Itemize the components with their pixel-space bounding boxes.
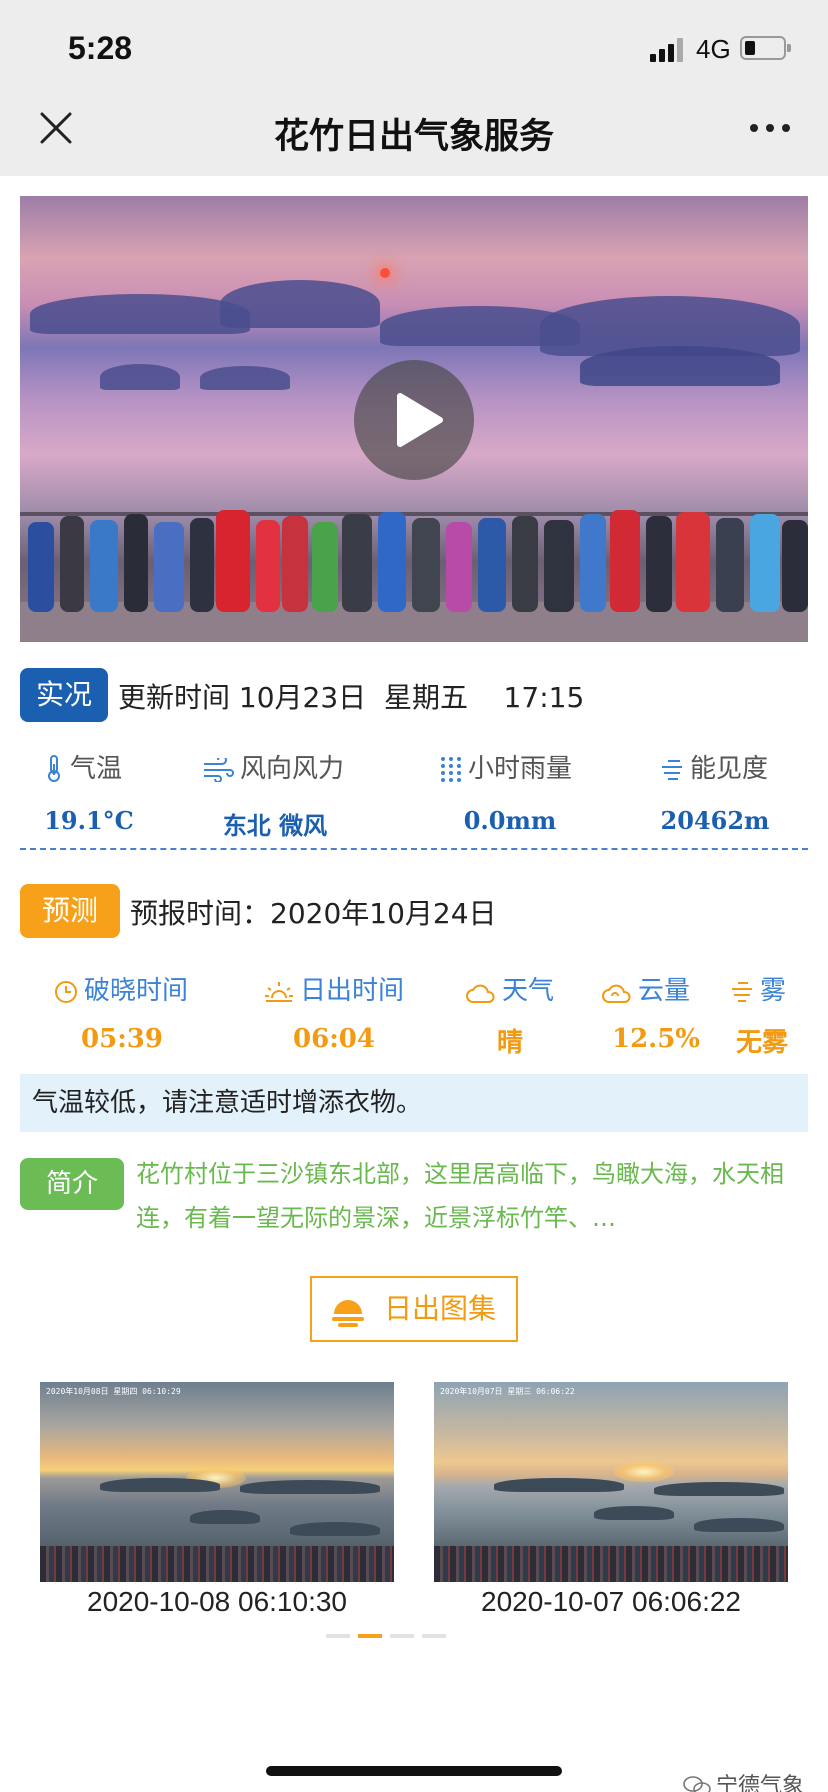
update-time: 更新时间 10月23日 星期五 17:15 [118, 681, 585, 714]
wind-icon [204, 755, 234, 783]
rain-icon [441, 757, 461, 782]
metric-temperature-value: 19.1°C [44, 806, 134, 835]
pager-dot[interactable] [390, 1634, 414, 1638]
crowd-silhouette [20, 510, 808, 642]
metric-visibility-label: 能见度 [660, 748, 768, 785]
live-tag: 实况 [20, 668, 108, 722]
crowd-silhouette [434, 1546, 788, 1582]
forecast-weather-value: 晴 [496, 1028, 523, 1058]
forecast-cloud-label: 云量 [602, 970, 690, 1007]
photo-timestamp: 2020年10月07日 星期三 06:06:22 [440, 1387, 575, 1396]
photo-timestamp: 2020年10月08日 星期四 06:10:29 [46, 1387, 181, 1396]
sunrise-icon [265, 982, 293, 1002]
play-icon [397, 393, 443, 447]
status-time: 5:28 [68, 30, 133, 66]
forecast-tag: 预测 [20, 884, 120, 938]
metric-temperature-label: 气温 [44, 748, 122, 785]
cloud-amount-icon [602, 984, 631, 1003]
network-type: 4G [696, 34, 731, 64]
page-title: 花竹日出气象服务 [273, 117, 554, 157]
play-button[interactable] [354, 360, 474, 480]
weather-advice: 气温较低，请注意适时增添衣物。 [20, 1074, 808, 1132]
forecast-weather-label: 天气 [466, 970, 554, 1007]
signal-icon [650, 38, 684, 62]
intro-tag: 简介 [20, 1158, 124, 1210]
home-indicator[interactable] [266, 1766, 562, 1776]
photo-caption-1: 2020-10-08 06:10:30 [87, 1586, 347, 1617]
crowd-silhouette [40, 1546, 394, 1582]
sunrise-video[interactable] [20, 196, 808, 642]
clock-icon [55, 981, 77, 1003]
sunrise-photo-2[interactable]: 2020年10月07日 星期三 06:06:22 [434, 1382, 788, 1582]
battery-icon [740, 36, 791, 60]
pager-dot-active[interactable] [358, 1634, 382, 1638]
photo-caption-2: 2020-10-07 06:06:22 [481, 1586, 741, 1617]
cloud-icon [466, 984, 495, 1003]
forecast-dawn-label: 破晓时间 [54, 970, 188, 1007]
metric-wind-value: 东北 微风 [222, 811, 328, 840]
fog-icon [732, 982, 752, 1002]
forecast-cloud-value: 12.5% [611, 1024, 701, 1054]
intro-text[interactable]: 花竹村位于三沙镇东北部，这里居高临下，鸟瞰大海，水天相连，有着一望无际的景深，近… [136, 1152, 806, 1240]
pager-dot[interactable] [326, 1634, 350, 1638]
forecast-fog-value: 无雾 [735, 1028, 788, 1058]
section-divider [20, 848, 808, 850]
visibility-icon [662, 760, 682, 780]
sunrise-gallery-icon [332, 1300, 364, 1327]
metric-visibility-value: 20462m [660, 806, 770, 835]
pager-dot[interactable] [422, 1634, 446, 1638]
forecast-sunrise-value: 06:04 [293, 1024, 375, 1054]
top-bar: 5:28 4G 花竹日出气象服务 [0, 0, 828, 176]
metric-rain-label: 小时雨量 [440, 748, 572, 785]
forecast-time: 预报时间：2020年10月24日 [130, 897, 497, 930]
metric-wind-label: 风向风力 [202, 748, 344, 785]
sunrise-photo-1[interactable]: 2020年10月08日 星期四 06:10:29 [40, 1382, 394, 1582]
sunrise-gallery-button[interactable]: 日出图集 [310, 1276, 518, 1342]
watermark: 宁德气象 [682, 1768, 804, 1792]
gallery-pager [326, 1634, 446, 1638]
wechat-icon [683, 1776, 711, 1792]
more-button[interactable] [746, 120, 796, 136]
metric-rain-value: 0.0mm [463, 806, 557, 835]
forecast-fog-label: 雾 [730, 970, 786, 1007]
forecast-sunrise-label: 日出时间 [264, 970, 404, 1007]
sun-glow [380, 268, 390, 278]
forecast-dawn-value: 05:39 [81, 1024, 163, 1054]
thermometer-icon [48, 755, 60, 782]
